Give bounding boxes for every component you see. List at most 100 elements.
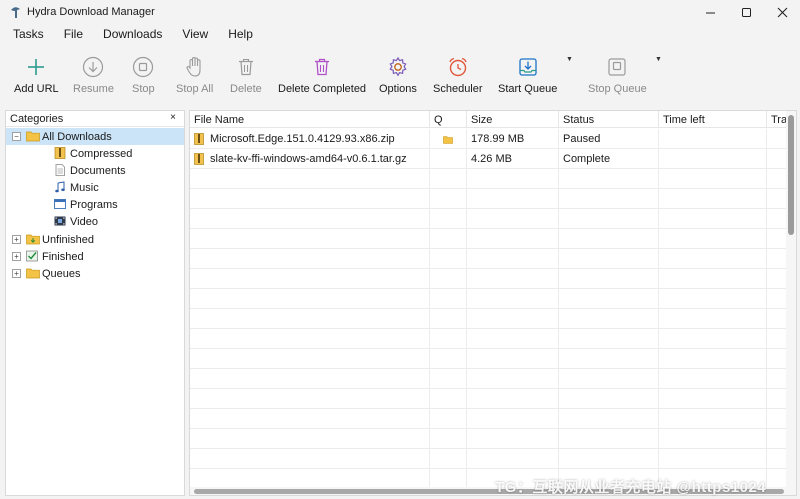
tree-item-video[interactable]: Video — [6, 213, 184, 230]
resume-button[interactable]: Resume — [73, 54, 114, 100]
scheduler-button[interactable]: Scheduler — [433, 54, 483, 100]
compressed-icon — [54, 147, 67, 159]
empty-row — [190, 249, 786, 269]
column-header-status[interactable]: Status — [559, 111, 659, 128]
tree-item-all-downloads[interactable]: − All Downloads — [6, 128, 184, 145]
queue-cell — [430, 129, 467, 149]
empty-row — [190, 329, 786, 349]
delete-button[interactable]: Delete — [230, 54, 262, 100]
stop-button[interactable]: Stop — [132, 54, 155, 100]
table-row[interactable]: Microsoft.Edge.151.0.4129.93.x86.zip 178… — [190, 129, 789, 149]
empty-row — [190, 309, 786, 329]
menu-downloads[interactable]: Downloads — [97, 25, 168, 43]
folder-icon — [26, 267, 40, 279]
hydra-app-icon — [7, 4, 23, 20]
window-title: Hydra Download Manager — [27, 6, 155, 18]
empty-row — [190, 289, 786, 309]
delete-completed-button[interactable]: Delete Completed — [278, 54, 366, 100]
folder-small-icon — [443, 135, 453, 144]
empty-row — [190, 269, 786, 289]
empty-row — [190, 189, 786, 209]
music-note-icon — [54, 181, 67, 193]
tree-item-unfinished[interactable]: + Unfinished — [6, 231, 184, 248]
list-header: File Name Q Size Status Time left Transf… — [190, 111, 796, 128]
downloads-list: File Name Q Size Status Time left Transf… — [189, 110, 797, 496]
size-cell: 178.99 MB — [467, 129, 559, 149]
empty-row — [190, 409, 786, 429]
menu-file[interactable]: File — [58, 25, 89, 43]
expand-toggle[interactable]: + — [12, 269, 21, 278]
empty-row — [190, 429, 786, 449]
plus-icon — [26, 54, 46, 80]
time-left-cell — [659, 129, 767, 149]
file-name-cell: Microsoft.Edge.151.0.4129.93.x86.zip — [190, 129, 430, 149]
stop-queue-button[interactable]: Stop Queue — [588, 54, 647, 100]
gear-icon — [387, 54, 409, 80]
close-categories-icon[interactable]: × — [170, 112, 176, 123]
trash-icon — [237, 54, 255, 80]
file-name-cell: slate-kv-ffi-windows-amd64-v0.6.1.tar.gz — [190, 149, 430, 169]
program-window-icon — [54, 198, 67, 210]
arrow-down-circle-icon — [82, 54, 104, 80]
column-header-size[interactable]: Size — [467, 111, 559, 128]
tray-download-icon — [517, 54, 539, 80]
vertical-scroll-thumb[interactable] — [788, 115, 794, 235]
menu-bar: Tasks File Downloads View Help — [0, 24, 800, 44]
table-row[interactable]: slate-kv-ffi-windows-amd64-v0.6.1.tar.gz… — [190, 149, 789, 169]
expand-toggle[interactable]: + — [12, 252, 21, 261]
empty-row — [190, 349, 786, 369]
collapse-toggle[interactable]: − — [12, 132, 21, 141]
empty-row — [190, 229, 786, 249]
size-cell: 4.26 MB — [467, 149, 559, 169]
tree-item-finished[interactable]: + Finished — [6, 248, 184, 265]
empty-row — [190, 389, 786, 409]
tree-item-compressed[interactable]: Compressed — [6, 145, 184, 162]
hand-icon — [185, 54, 205, 80]
column-header-time-left[interactable]: Time left — [659, 111, 767, 128]
minimize-button[interactable] — [692, 0, 728, 24]
archive-file-icon — [194, 153, 204, 165]
folder-download-icon — [26, 233, 40, 245]
folder-check-icon — [26, 250, 39, 262]
empty-row — [190, 369, 786, 389]
folder-open-icon — [26, 130, 40, 142]
empty-row — [190, 449, 786, 469]
stop-circle-icon — [132, 54, 154, 80]
options-button[interactable]: Options — [379, 54, 417, 100]
maximize-button[interactable] — [728, 0, 764, 24]
title-bar: Hydra Download Manager — [0, 0, 800, 24]
video-film-icon — [54, 215, 67, 227]
menu-tasks[interactable]: Tasks — [7, 25, 50, 43]
stop-queue-dropdown-arrow[interactable]: ▼ — [655, 56, 662, 63]
document-icon — [54, 164, 67, 176]
close-window-button[interactable] — [764, 0, 800, 24]
status-cell: Paused — [559, 129, 659, 149]
start-queue-button[interactable]: Start Queue — [498, 54, 557, 100]
tray-stop-icon — [606, 54, 628, 80]
empty-row — [190, 209, 786, 229]
start-queue-dropdown-arrow[interactable]: ▼ — [566, 56, 573, 63]
column-header-file-name[interactable]: File Name — [190, 111, 430, 128]
expand-toggle[interactable]: + — [12, 235, 21, 244]
toolbar: Add URL Resume Stop Stop All Delete Dele… — [0, 46, 800, 106]
tree-item-queues[interactable]: + Queues — [6, 265, 184, 282]
stop-all-button[interactable]: Stop All — [176, 54, 213, 100]
empty-row — [190, 169, 786, 189]
menu-view[interactable]: View — [176, 25, 214, 43]
add-url-button[interactable]: Add URL — [14, 54, 59, 100]
column-header-q[interactable]: Q — [430, 111, 467, 128]
menu-help[interactable]: Help — [222, 25, 259, 43]
time-left-cell — [659, 149, 767, 169]
alarm-clock-icon — [447, 54, 469, 80]
tree-item-music[interactable]: Music — [6, 179, 184, 196]
status-cell: Complete — [559, 149, 659, 169]
tree-item-documents[interactable]: Documents — [6, 162, 184, 179]
watermark-text: TG：互联网从业者充电站 @https1024 — [495, 479, 767, 496]
archive-file-icon — [194, 133, 204, 145]
categories-panel: Categories × − All Downloads Compressed … — [5, 110, 185, 496]
trash-purple-icon — [313, 54, 331, 80]
queue-cell — [430, 149, 467, 169]
vertical-scrollbar[interactable] — [786, 111, 796, 495]
categories-header: Categories × — [6, 111, 184, 127]
tree-item-programs[interactable]: Programs — [6, 196, 184, 213]
